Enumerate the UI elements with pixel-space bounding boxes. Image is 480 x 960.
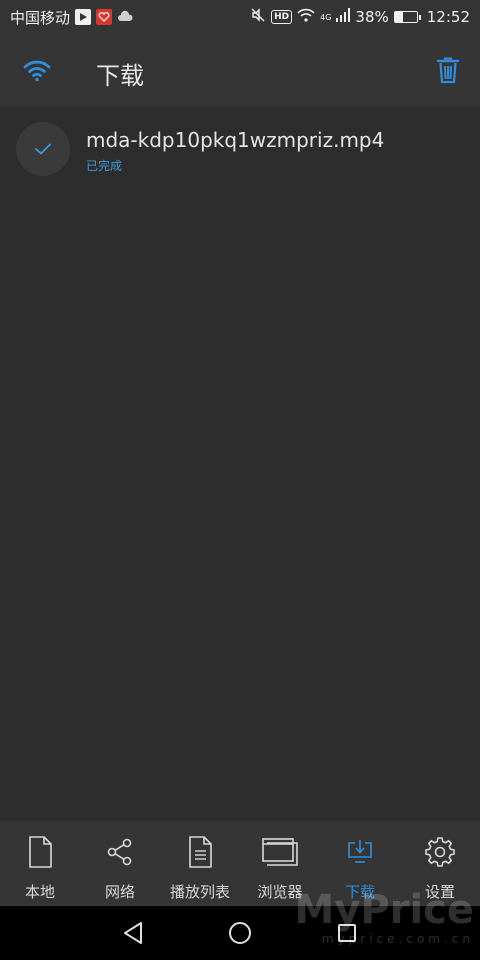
carrier-name: 中国移动: [10, 8, 71, 27]
network-type-label: 4G: [320, 13, 332, 22]
system-nav-bar: [0, 906, 480, 960]
tab-label: 网络: [104, 883, 135, 901]
tab-label: 下载: [344, 883, 375, 901]
tab-label: 浏览器: [257, 883, 303, 901]
tab-label: 本地: [24, 883, 55, 901]
battery-level: [394, 12, 404, 22]
tab-network[interactable]: 网络: [80, 821, 160, 906]
tab-label: 设置: [424, 883, 455, 901]
hd-badge: HD: [271, 10, 293, 24]
play-store-icon: [75, 9, 92, 25]
download-list-item[interactable]: mda-kdp10pkq1wzmpriz.mp4 已完成: [0, 116, 480, 186]
completed-check-icon: [16, 122, 70, 176]
bottom-tab-bar: 本地 网络 播放列表 浏览器 下载 设置: [0, 821, 480, 906]
tab-local[interactable]: 本地: [0, 821, 80, 906]
tab-label: 播放列表: [169, 883, 230, 901]
file-icon: [27, 833, 53, 871]
home-button[interactable]: [220, 913, 260, 953]
tab-download[interactable]: 下载: [320, 821, 400, 906]
app-notification-icon: [96, 9, 113, 25]
status-right: HD 4G 38% 12:52: [250, 7, 470, 27]
recents-button[interactable]: [327, 913, 367, 953]
document-icon: [187, 833, 213, 871]
download-status: 已完成: [86, 159, 123, 173]
battery-percent: 38%: [355, 8, 389, 26]
download-icon: [346, 833, 374, 871]
app-header: 下载: [0, 34, 480, 106]
wifi-icon[interactable]: [22, 56, 52, 84]
browser-window-icon: [262, 833, 298, 871]
wifi-status-icon: [297, 8, 315, 26]
tab-playlist[interactable]: 播放列表: [160, 821, 240, 906]
back-button[interactable]: [113, 913, 153, 953]
trash-icon[interactable]: [434, 54, 462, 86]
mute-icon: [250, 7, 266, 27]
cloud-icon: [117, 8, 133, 26]
tab-settings[interactable]: 设置: [400, 821, 480, 906]
tab-browser[interactable]: 浏览器: [240, 821, 320, 906]
signal-icon: [336, 8, 351, 26]
status-left: 中国移动: [10, 7, 133, 28]
battery-icon: [393, 11, 421, 23]
clock: 12:52: [426, 8, 470, 26]
status-bar: 中国移动 HD 4G 38% 12:52: [0, 0, 480, 34]
gear-icon: [425, 833, 455, 871]
page-title: 下载: [96, 62, 144, 90]
file-name: mda-kdp10pkq1wzmpriz.mp4: [86, 128, 385, 152]
share-icon: [106, 833, 134, 871]
